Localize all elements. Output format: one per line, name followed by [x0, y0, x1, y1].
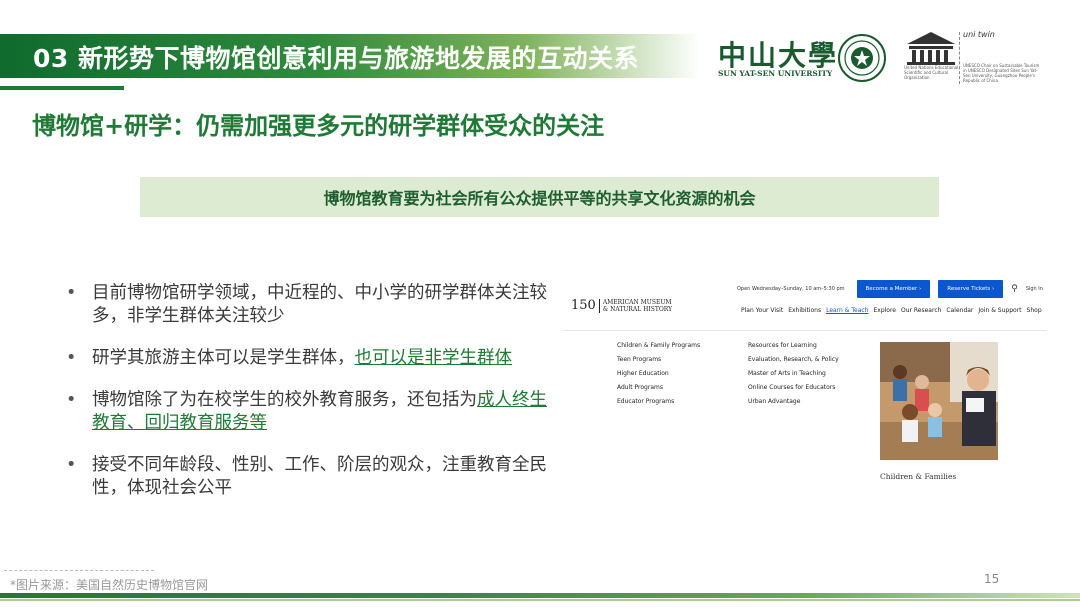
unesco-text: United Nations Educational, Scientific a…: [904, 65, 960, 80]
menu-link[interactable]: Higher Education: [617, 370, 700, 384]
reserve-tickets-button[interactable]: Reserve Tickets ›: [938, 280, 1004, 298]
menu-link[interactable]: Evaluation, Research, & Policy: [748, 356, 839, 370]
unitwin-text: UNESCO Chair on Sustainable Tourism in U…: [963, 63, 1040, 83]
footer-bar-accent: [0, 599, 1080, 601]
menu-link[interactable]: Educator Programs: [617, 398, 700, 412]
sysu-logo-cn: 中山大學: [718, 39, 839, 72]
menu-link[interactable]: Children & Family Programs: [617, 342, 700, 356]
bullet-dot-icon: •: [66, 455, 77, 475]
menu-link[interactable]: Master of Arts in Teaching: [748, 370, 839, 384]
bullet-highlight: 也可以是非学生群体: [354, 348, 513, 368]
sysu-seal-icon: [838, 34, 886, 82]
unitwin-logo: uni twin: [963, 30, 995, 39]
bullet-dot-icon: •: [66, 348, 77, 368]
menu-column-resources: Resources for Learning Evaluation, Resea…: [748, 342, 839, 412]
menu-link[interactable]: Resources for Learning: [748, 342, 839, 356]
bullet-dot-icon: •: [66, 390, 77, 410]
bullet-text: 研学其旅游主体可以是学生群体，: [92, 348, 355, 368]
logo-divider: [959, 32, 960, 84]
bullet-item: • 博物馆除了为在校学生的校外教育服务，还包括为成人终生教育、回归教育服务等: [66, 389, 552, 435]
bullet-item: • 接受不同年龄段、性别、工作、阶层的观众，注重教育全民性，体现社会公平: [66, 454, 552, 500]
menu-link[interactable]: Online Courses for Educators: [748, 384, 839, 398]
nav-exhibitions[interactable]: Exhibitions: [788, 307, 821, 314]
become-member-button[interactable]: Become a Member ›: [856, 280, 931, 298]
bullet-item: • 目前博物馆研学领域，中近程的、中小学的研学群体关注较多，非学生群体关注较少: [66, 282, 552, 328]
nav-shop[interactable]: Shop: [1027, 307, 1042, 314]
bullet-dot-icon: •: [66, 283, 77, 303]
bullet-text: 接受不同年龄段、性别、工作、阶层的观众，注重教育全民性，体现社会公平: [92, 455, 547, 498]
header-underline: [0, 86, 124, 90]
amnh-150-mark: 150: [571, 298, 596, 313]
key-message-banner: 博物馆教育要为社会所有公众提供平等的共享文化资源的机会: [140, 177, 939, 217]
nav-learn-teach[interactable]: Learn & Teach: [826, 307, 868, 314]
site-main-nav: Plan Your Visit Exhibitions Learn & Teac…: [741, 307, 1042, 314]
sysu-logo-en: SUN YAT-SEN UNIVERSITY: [718, 69, 833, 78]
site-hours: Open Wednesday–Sunday, 10 am–5:30 pm: [737, 286, 845, 292]
key-message-text: 博物馆教育要为社会所有公众提供平等的共享文化资源的机会: [323, 189, 756, 208]
logo-separator: [598, 298, 600, 313]
footer-bar: [0, 593, 1080, 598]
page-number: 15: [984, 572, 1000, 586]
image-source-note: *图片来源：美国自然历史博物馆官网: [10, 578, 209, 592]
slide-section-title: 03 新形势下博物馆创意利用与旅游地发展的互动关系: [33, 44, 639, 73]
menu-link[interactable]: Adult Programs: [617, 384, 700, 398]
nav-our-research[interactable]: Our Research: [901, 307, 941, 314]
menu-column-programs: Children & Family Programs Teen Programs…: [617, 342, 700, 412]
nav-join-support[interactable]: Join & Support: [978, 307, 1021, 314]
amnh-logo[interactable]: 150 AMERICAN MUSEUM & NATURAL HISTORY: [571, 298, 672, 313]
amnh-name-line2: & NATURAL HISTORY: [602, 305, 673, 313]
menu-link[interactable]: Urban Advantage: [748, 398, 839, 412]
sign-in-link[interactable]: Sign In: [1026, 286, 1043, 292]
slide-subtitle: 博物馆+研学：仍需加强更多元的研学群体受众的关注: [32, 112, 605, 140]
bullet-list: • 目前博物馆研学领域，中近程的、中小学的研学群体关注较多，非学生群体关注较少 …: [66, 282, 552, 519]
amnh-name: AMERICAN MUSEUM & NATURAL HISTORY: [603, 299, 672, 313]
nav-divider: [563, 330, 1047, 331]
bullet-text: 目前博物馆研学领域，中近程的、中小学的研学群体关注较多，非学生群体关注较少: [92, 283, 547, 326]
photo-caption[interactable]: Children & Families: [880, 472, 956, 481]
amnh-name-line1: AMERICAN MUSEUM: [602, 298, 672, 306]
bullet-item: • 研学其旅游主体可以是学生群体，也可以是非学生群体: [66, 347, 552, 370]
site-utility-bar: Open Wednesday–Sunday, 10 am–5:30 pm Bec…: [737, 280, 1043, 298]
bullet-text: 博物馆除了为在校学生的校外教育服务，还包括为: [92, 390, 477, 410]
nav-calendar[interactable]: Calendar: [946, 307, 973, 314]
children-families-photo[interactable]: [880, 342, 998, 460]
footer-divider: [4, 570, 154, 571]
menu-link[interactable]: Teen Programs: [617, 356, 700, 370]
nav-explore[interactable]: Explore: [873, 307, 896, 314]
search-icon[interactable]: ⚲: [1011, 284, 1018, 294]
museum-website-screenshot: Open Wednesday–Sunday, 10 am–5:30 pm Bec…: [563, 274, 1053, 494]
nav-plan-your-visit[interactable]: Plan Your Visit: [741, 307, 783, 314]
